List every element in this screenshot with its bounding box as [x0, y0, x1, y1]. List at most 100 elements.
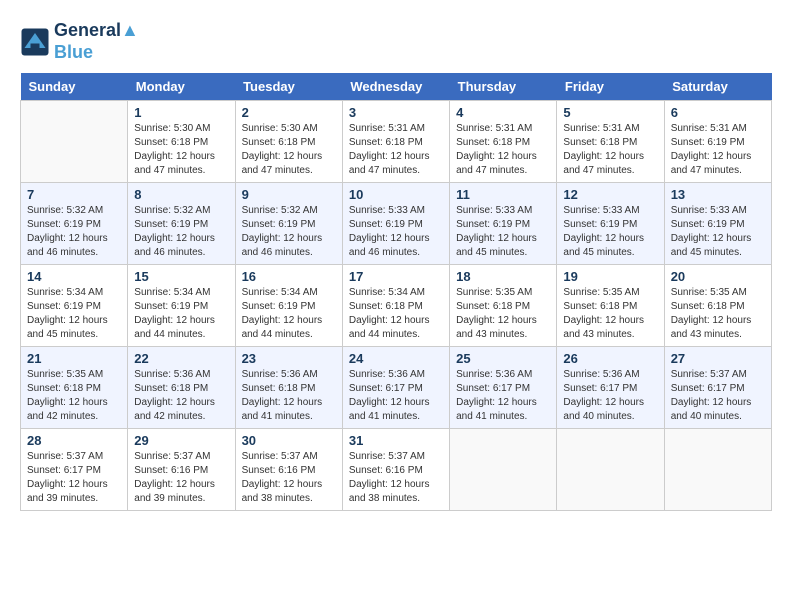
day-info: Sunrise: 5:33 AMSunset: 6:19 PMDaylight:…	[563, 204, 657, 260]
day-number: 26	[563, 351, 657, 366]
day-number: 27	[671, 351, 765, 366]
day-number: 17	[349, 269, 443, 284]
week-row-2: 7 Sunrise: 5:32 AMSunset: 6:19 PMDaylight…	[21, 183, 772, 265]
day-number: 25	[456, 351, 550, 366]
week-row-3: 14 Sunrise: 5:34 AMSunset: 6:19 PMDayligh…	[21, 265, 772, 347]
day-info: Sunrise: 5:30 AMSunset: 6:18 PMDaylight:…	[134, 122, 228, 178]
day-number: 19	[563, 269, 657, 284]
day-info: Sunrise: 5:36 AMSunset: 6:18 PMDaylight:…	[242, 368, 336, 424]
day-info: Sunrise: 5:31 AMSunset: 6:18 PMDaylight:…	[456, 122, 550, 178]
day-number: 24	[349, 351, 443, 366]
day-number: 2	[242, 105, 336, 120]
day-number: 3	[349, 105, 443, 120]
day-cell	[450, 429, 557, 511]
day-info: Sunrise: 5:36 AMSunset: 6:17 PMDaylight:…	[349, 368, 443, 424]
day-info: Sunrise: 5:37 AMSunset: 6:16 PMDaylight:…	[242, 450, 336, 506]
day-info: Sunrise: 5:34 AMSunset: 6:19 PMDaylight:…	[242, 286, 336, 342]
day-cell: 30 Sunrise: 5:37 AMSunset: 6:16 PMDayligh…	[235, 429, 342, 511]
day-info: Sunrise: 5:37 AMSunset: 6:16 PMDaylight:…	[349, 450, 443, 506]
day-info: Sunrise: 5:35 AMSunset: 6:18 PMDaylight:…	[456, 286, 550, 342]
day-cell	[21, 101, 128, 183]
day-cell: 29 Sunrise: 5:37 AMSunset: 6:16 PMDayligh…	[128, 429, 235, 511]
col-header-thursday: Thursday	[450, 73, 557, 101]
day-info: Sunrise: 5:35 AMSunset: 6:18 PMDaylight:…	[671, 286, 765, 342]
day-info: Sunrise: 5:35 AMSunset: 6:18 PMDaylight:…	[27, 368, 121, 424]
day-number: 20	[671, 269, 765, 284]
day-number: 7	[27, 187, 121, 202]
logo-icon	[20, 27, 50, 57]
day-number: 30	[242, 433, 336, 448]
day-cell: 2 Sunrise: 5:30 AMSunset: 6:18 PMDaylight…	[235, 101, 342, 183]
day-cell: 17 Sunrise: 5:34 AMSunset: 6:18 PMDayligh…	[342, 265, 449, 347]
day-cell	[557, 429, 664, 511]
day-cell: 18 Sunrise: 5:35 AMSunset: 6:18 PMDayligh…	[450, 265, 557, 347]
day-number: 12	[563, 187, 657, 202]
week-row-4: 21 Sunrise: 5:35 AMSunset: 6:18 PMDayligh…	[21, 347, 772, 429]
day-number: 23	[242, 351, 336, 366]
day-cell: 6 Sunrise: 5:31 AMSunset: 6:19 PMDaylight…	[664, 101, 771, 183]
day-number: 13	[671, 187, 765, 202]
day-info: Sunrise: 5:36 AMSunset: 6:18 PMDaylight:…	[134, 368, 228, 424]
day-cell: 13Sunrise: 5:33 AMSunset: 6:19 PMDayligh…	[664, 183, 771, 265]
day-info: Sunrise: 5:32 AMSunset: 6:19 PMDaylight:…	[242, 204, 336, 260]
day-cell: 24 Sunrise: 5:36 AMSunset: 6:17 PMDayligh…	[342, 347, 449, 429]
day-number: 31	[349, 433, 443, 448]
header-row: SundayMondayTuesdayWednesdayThursdayFrid…	[21, 73, 772, 101]
page-header: General▲ Blue	[20, 20, 772, 63]
day-cell: 26 Sunrise: 5:36 AMSunset: 6:17 PMDayligh…	[557, 347, 664, 429]
day-cell: 16Sunrise: 5:34 AMSunset: 6:19 PMDayligh…	[235, 265, 342, 347]
day-info: Sunrise: 5:36 AMSunset: 6:17 PMDaylight:…	[563, 368, 657, 424]
day-cell: 3 Sunrise: 5:31 AMSunset: 6:18 PMDaylight…	[342, 101, 449, 183]
col-header-monday: Monday	[128, 73, 235, 101]
logo: General▲ Blue	[20, 20, 139, 63]
day-info: Sunrise: 5:32 AMSunset: 6:19 PMDaylight:…	[27, 204, 121, 260]
week-row-1: 1 Sunrise: 5:30 AMSunset: 6:18 PMDaylight…	[21, 101, 772, 183]
day-cell: 10Sunrise: 5:33 AMSunset: 6:19 PMDayligh…	[342, 183, 449, 265]
day-cell: 31 Sunrise: 5:37 AMSunset: 6:16 PMDayligh…	[342, 429, 449, 511]
day-number: 6	[671, 105, 765, 120]
day-number: 14	[27, 269, 121, 284]
day-cell: 5 Sunrise: 5:31 AMSunset: 6:18 PMDaylight…	[557, 101, 664, 183]
day-number: 28	[27, 433, 121, 448]
day-number: 18	[456, 269, 550, 284]
day-info: Sunrise: 5:34 AMSunset: 6:18 PMDaylight:…	[349, 286, 443, 342]
day-info: Sunrise: 5:33 AMSunset: 6:19 PMDaylight:…	[456, 204, 550, 260]
day-number: 4	[456, 105, 550, 120]
day-cell: 12 Sunrise: 5:33 AMSunset: 6:19 PMDayligh…	[557, 183, 664, 265]
week-row-5: 28 Sunrise: 5:37 AMSunset: 6:17 PMDayligh…	[21, 429, 772, 511]
day-cell: 1 Sunrise: 5:30 AMSunset: 6:18 PMDaylight…	[128, 101, 235, 183]
day-number: 22	[134, 351, 228, 366]
day-info: Sunrise: 5:31 AMSunset: 6:19 PMDaylight:…	[671, 122, 765, 178]
day-cell: 22 Sunrise: 5:36 AMSunset: 6:18 PMDayligh…	[128, 347, 235, 429]
day-number: 21	[27, 351, 121, 366]
day-number: 9	[242, 187, 336, 202]
day-info: Sunrise: 5:37 AMSunset: 6:17 PMDaylight:…	[27, 450, 121, 506]
day-info: Sunrise: 5:37 AMSunset: 6:16 PMDaylight:…	[134, 450, 228, 506]
day-info: Sunrise: 5:37 AMSunset: 6:17 PMDaylight:…	[671, 368, 765, 424]
day-info: Sunrise: 5:31 AMSunset: 6:18 PMDaylight:…	[563, 122, 657, 178]
day-number: 8	[134, 187, 228, 202]
logo-text: General▲ Blue	[54, 20, 139, 63]
day-cell: 19 Sunrise: 5:35 AMSunset: 6:18 PMDayligh…	[557, 265, 664, 347]
day-cell: 21 Sunrise: 5:35 AMSunset: 6:18 PMDayligh…	[21, 347, 128, 429]
day-cell: 7 Sunrise: 5:32 AMSunset: 6:19 PMDaylight…	[21, 183, 128, 265]
day-cell: 15Sunrise: 5:34 AMSunset: 6:19 PMDayligh…	[128, 265, 235, 347]
day-number: 1	[134, 105, 228, 120]
col-header-friday: Friday	[557, 73, 664, 101]
calendar-table: SundayMondayTuesdayWednesdayThursdayFrid…	[20, 73, 772, 511]
day-number: 10	[349, 187, 443, 202]
day-number: 29	[134, 433, 228, 448]
day-cell: 14 Sunrise: 5:34 AMSunset: 6:19 PMDayligh…	[21, 265, 128, 347]
day-number: 5	[563, 105, 657, 120]
day-info: Sunrise: 5:32 AMSunset: 6:19 PMDaylight:…	[134, 204, 228, 260]
col-header-wednesday: Wednesday	[342, 73, 449, 101]
day-info: Sunrise: 5:36 AMSunset: 6:17 PMDaylight:…	[456, 368, 550, 424]
day-cell	[664, 429, 771, 511]
day-info: Sunrise: 5:34 AMSunset: 6:19 PMDaylight:…	[27, 286, 121, 342]
day-info: Sunrise: 5:34 AMSunset: 6:19 PMDaylight:…	[134, 286, 228, 342]
day-info: Sunrise: 5:31 AMSunset: 6:18 PMDaylight:…	[349, 122, 443, 178]
col-header-saturday: Saturday	[664, 73, 771, 101]
day-info: Sunrise: 5:30 AMSunset: 6:18 PMDaylight:…	[242, 122, 336, 178]
day-info: Sunrise: 5:35 AMSunset: 6:18 PMDaylight:…	[563, 286, 657, 342]
day-cell: 9 Sunrise: 5:32 AMSunset: 6:19 PMDaylight…	[235, 183, 342, 265]
